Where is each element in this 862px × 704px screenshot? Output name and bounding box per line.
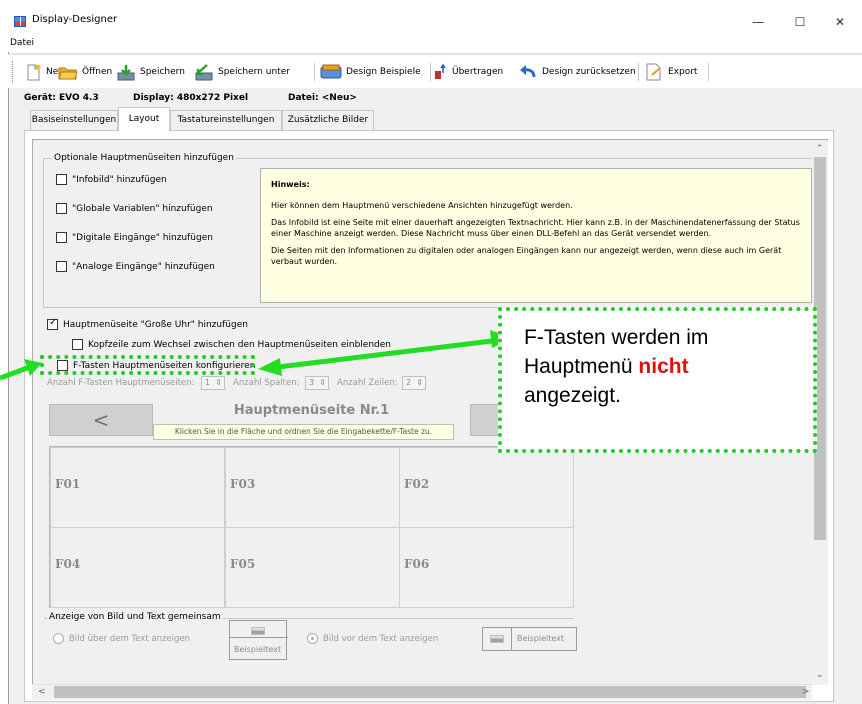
callout-line: F-Tasten werden im (524, 326, 709, 349)
arrow-left-icon (0, 359, 42, 381)
annotation-callout: F-Tasten werden im Hauptmenü nicht angez… (498, 307, 817, 453)
callout-text: Hauptmenü (524, 355, 639, 378)
tab-layout[interactable]: Layout (118, 107, 170, 131)
double-arrow-icon (258, 330, 512, 376)
callout-line: Hauptmenü nicht (524, 352, 791, 381)
callout-line: angezeigt. (524, 384, 621, 407)
callout-emphasis: nicht (638, 355, 689, 378)
